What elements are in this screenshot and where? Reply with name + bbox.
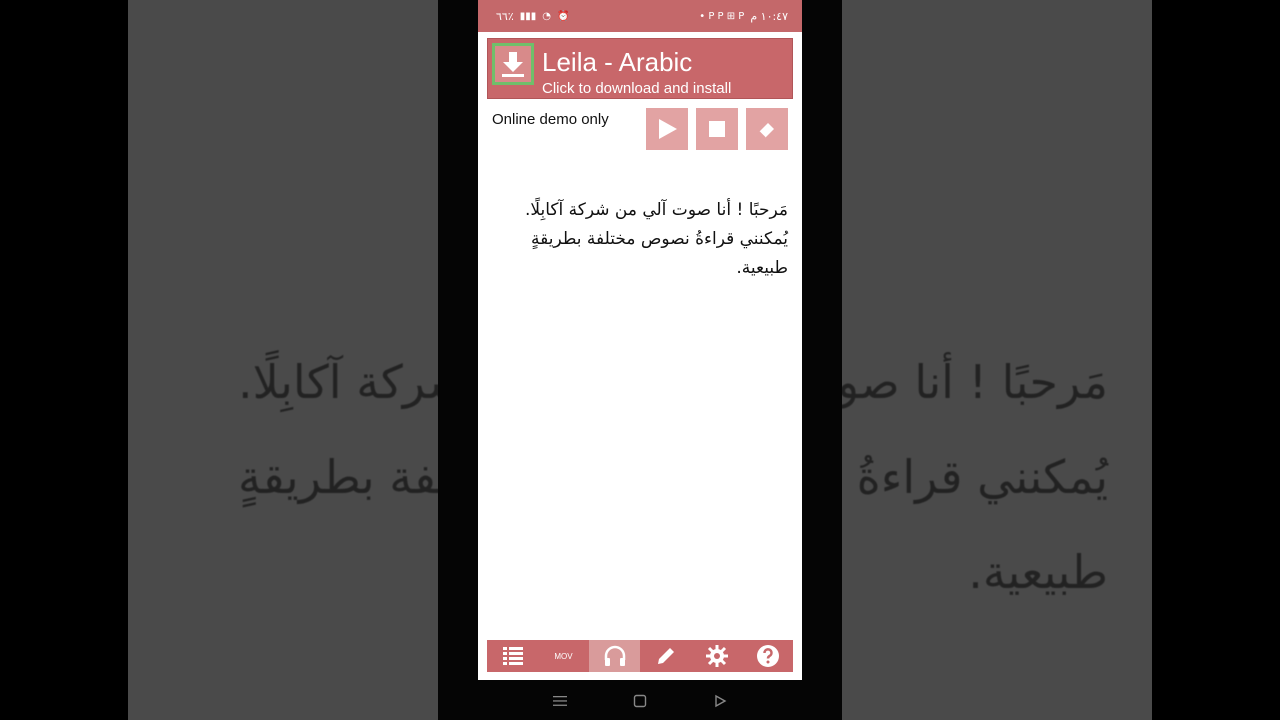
notification-icon: • P P ⊞ P [699, 10, 745, 22]
status-bar: ٦٦٪ ▮▮▮ ◔ ⏰ • P P ⊞ P ١٠:٤٧ م [478, 0, 802, 32]
square-icon [633, 694, 647, 708]
home-button[interactable] [630, 691, 650, 711]
tts-text[interactable]: مَرحبًا ! أنا صوت آلي من شركة آكابِلًا. … [498, 196, 788, 283]
clear-button[interactable] [746, 108, 788, 150]
menu-button[interactable] [487, 640, 538, 672]
menu-lines-icon [553, 696, 567, 706]
download-banner[interactable]: Leila - Arabic Click to download and ins… [487, 38, 793, 99]
text-line: طبيعية. [736, 258, 788, 278]
recent-apps-button[interactable] [550, 691, 570, 711]
alarm-icon: ⏰ [557, 10, 570, 22]
bottom-toolbar: MOV [487, 640, 793, 672]
listen-tab[interactable] [589, 640, 640, 672]
battery-level: ٦٦٪ [496, 9, 514, 23]
text-line: مَرحبًا ! أنا صوت آلي من شركة آكابِلًا. [524, 200, 788, 220]
app-screen: ٦٦٪ ▮▮▮ ◔ ⏰ • P P ⊞ P ١٠:٤٧ م Leila - Ar… [478, 0, 802, 680]
settings-button[interactable] [691, 640, 742, 672]
back-button[interactable] [710, 691, 730, 711]
stop-icon [709, 121, 725, 137]
text-line: يُمكنني قراءةُ نصوص مختلفة بطريقةٍ [531, 229, 788, 249]
mov-button[interactable]: MOV [538, 640, 589, 672]
android-nav-bar [438, 682, 842, 720]
demo-notice: Online demo only [492, 111, 609, 128]
triangle-icon [715, 694, 727, 708]
headphones-icon [604, 645, 625, 666]
download-icon [492, 43, 534, 85]
clock: ١٠:٤٧ م [750, 9, 788, 23]
banner-subtitle: Click to download and install [542, 80, 732, 97]
gear-icon [705, 645, 728, 667]
play-icon [659, 119, 677, 139]
help-icon [756, 645, 779, 667]
play-button[interactable] [646, 108, 688, 150]
pencil-icon [657, 648, 674, 664]
edit-button[interactable] [640, 640, 691, 672]
signal-icon: ▮▮▮ [519, 10, 537, 22]
help-button[interactable] [742, 640, 793, 672]
background-text-right: مَرحبًا ! أنا صوت آلي من شركة آكابِلًا. … [842, 355, 1108, 599]
background-text-left: مَرحبًا ! أنا صوت آلي من شركة آكابِلًا. … [238, 355, 438, 504]
wifi-icon: ◔ [542, 10, 551, 22]
list-icon [502, 647, 523, 665]
eraser-icon [758, 123, 774, 139]
stop-button[interactable] [696, 108, 738, 150]
voice-title: Leila - Arabic [542, 47, 693, 77]
